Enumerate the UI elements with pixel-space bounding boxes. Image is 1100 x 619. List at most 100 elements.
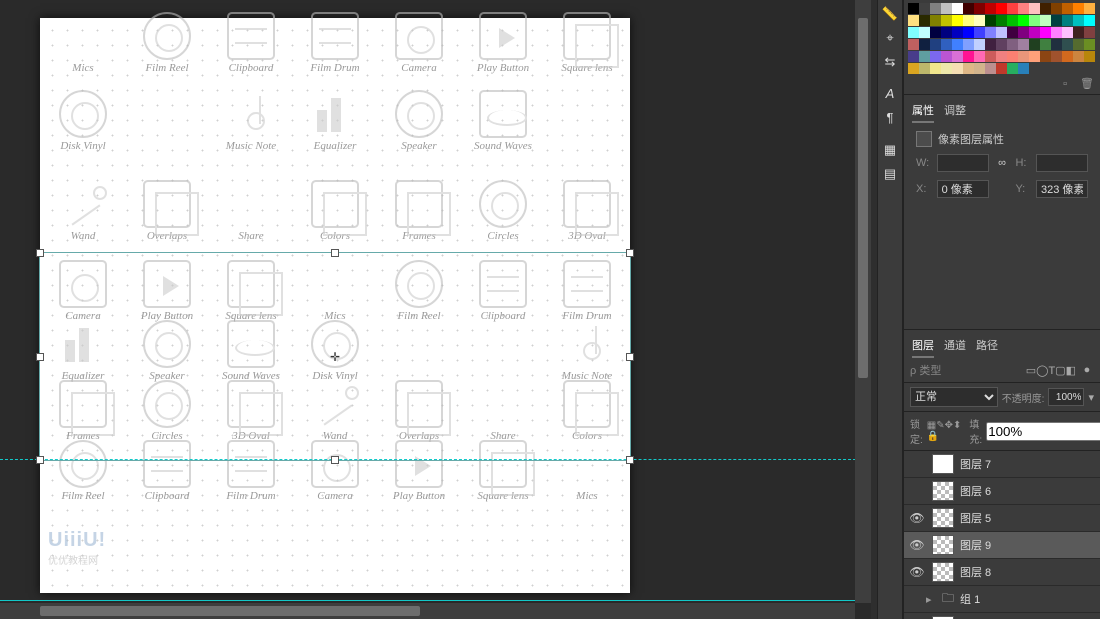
- swatch-37[interactable]: [941, 27, 952, 38]
- swatch-28[interactable]: [1029, 15, 1040, 26]
- swatch-62[interactable]: [1029, 39, 1040, 50]
- swatch-56[interactable]: [963, 39, 974, 50]
- input-x[interactable]: [937, 180, 989, 198]
- swatch-89[interactable]: [952, 63, 963, 74]
- layer-filter-toggle[interactable]: ●: [1080, 364, 1094, 376]
- swatch-41[interactable]: [985, 27, 996, 38]
- layer-name[interactable]: 图层 8: [960, 564, 1096, 580]
- swatch-new-icon[interactable]: ▫: [1063, 78, 1067, 90]
- swatch-6[interactable]: [974, 3, 985, 14]
- swatch-54[interactable]: [941, 39, 952, 50]
- lock-icon-1[interactable]: ✎: [936, 420, 944, 431]
- swatch-58[interactable]: [985, 39, 996, 50]
- swatch-42[interactable]: [996, 27, 1007, 38]
- swatch-70[interactable]: [930, 51, 941, 62]
- swatch-33[interactable]: [1084, 15, 1095, 26]
- swatch-grid[interactable]: [908, 3, 1096, 75]
- swatch-11[interactable]: [1029, 3, 1040, 14]
- swatch-95[interactable]: [1018, 63, 1029, 74]
- swatch-52[interactable]: [919, 39, 930, 50]
- swatch-35[interactable]: [919, 27, 930, 38]
- tab-layers[interactable]: 图层: [912, 334, 934, 358]
- group-toggle-icon[interactable]: ▸: [926, 593, 936, 606]
- swatch-8[interactable]: [996, 3, 1007, 14]
- swatch-49[interactable]: [1073, 27, 1084, 38]
- swatch-94[interactable]: [1007, 63, 1018, 74]
- lock-icon-2[interactable]: ✥: [945, 420, 953, 431]
- swatch-31[interactable]: [1062, 15, 1073, 26]
- lock-icon-0[interactable]: ▦: [927, 420, 936, 431]
- swatch-0[interactable]: [908, 3, 919, 14]
- layer-filter-icon-1[interactable]: ◯: [1036, 365, 1048, 377]
- swatch-21[interactable]: [952, 15, 963, 26]
- swatch-86[interactable]: [919, 63, 930, 74]
- swatch-64[interactable]: [1051, 39, 1062, 50]
- layer-list[interactable]: 图层 7图层 6👁图层 5👁图层 9👁图层 8▸🗀组 1👁图层 1👁背景: [904, 451, 1100, 619]
- layer-visibility-icon[interactable]: 👁: [908, 511, 926, 525]
- canvas-scrollbar-horizontal[interactable]: [0, 603, 855, 619]
- swatch-71[interactable]: [941, 51, 952, 62]
- swatch-16[interactable]: [1084, 3, 1095, 14]
- swatch-51[interactable]: [908, 39, 919, 50]
- layers-tool[interactable]: ▤: [878, 163, 902, 185]
- swatch-22[interactable]: [963, 15, 974, 26]
- swatch-19[interactable]: [930, 15, 941, 26]
- fill-input[interactable]: [986, 422, 1100, 441]
- layer-name[interactable]: 图层 6: [960, 483, 1096, 499]
- swatch-46[interactable]: [1040, 27, 1051, 38]
- ruler-tool[interactable]: 📏: [878, 3, 902, 25]
- swatch-92[interactable]: [985, 63, 996, 74]
- swatch-77[interactable]: [1007, 51, 1018, 62]
- swatch-90[interactable]: [963, 63, 974, 74]
- swatch-38[interactable]: [952, 27, 963, 38]
- swatch-14[interactable]: [1062, 3, 1073, 14]
- swatch-65[interactable]: [1062, 39, 1073, 50]
- document-page[interactable]: MicsFilm ReelClipboardFilm DrumCameraPla…: [40, 18, 630, 593]
- swatch-88[interactable]: [941, 63, 952, 74]
- swatch-67[interactable]: [1084, 39, 1095, 50]
- swatch-79[interactable]: [1029, 51, 1040, 62]
- layer-thumbnail[interactable]: [932, 508, 954, 528]
- input-width[interactable]: [937, 154, 989, 172]
- layer-name[interactable]: 图层 5: [960, 510, 1096, 526]
- layer-thumbnail[interactable]: [932, 562, 954, 582]
- swatch-5[interactable]: [963, 3, 974, 14]
- swatch-1[interactable]: [919, 3, 930, 14]
- layer-thumbnail[interactable]: [932, 481, 954, 501]
- swatch-10[interactable]: [1018, 3, 1029, 14]
- swatch-18[interactable]: [919, 15, 930, 26]
- swatch-3[interactable]: [941, 3, 952, 14]
- swatch-50[interactable]: [1084, 27, 1095, 38]
- swatch-87[interactable]: [930, 63, 941, 74]
- opacity-input[interactable]: [1048, 388, 1084, 406]
- swatch-47[interactable]: [1051, 27, 1062, 38]
- swatch-91[interactable]: [974, 63, 985, 74]
- layer-thumbnail[interactable]: [932, 454, 954, 474]
- tab-paths[interactable]: 路径: [976, 334, 998, 358]
- layer-visibility-icon[interactable]: 👁: [908, 565, 926, 579]
- layer-name[interactable]: 图层 9: [960, 537, 1096, 553]
- swatch-17[interactable]: [908, 15, 919, 26]
- layer-visibility-icon[interactable]: 👁: [908, 538, 926, 552]
- swatch-73[interactable]: [963, 51, 974, 62]
- layer-row[interactable]: 👁 图层 8: [904, 559, 1100, 586]
- paragraph-tool[interactable]: ¶: [878, 107, 902, 129]
- canvas-scrollbar-horizontal-thumb[interactable]: [40, 606, 420, 616]
- layer-row[interactable]: 👁图层 1: [904, 613, 1100, 619]
- swatch-24[interactable]: [985, 15, 996, 26]
- lock-icon-4[interactable]: 🔒: [927, 431, 939, 442]
- swatch-2[interactable]: [930, 3, 941, 14]
- swatch-26[interactable]: [1007, 15, 1018, 26]
- swatch-29[interactable]: [1040, 15, 1051, 26]
- swatch-45[interactable]: [1029, 27, 1040, 38]
- tab-channels[interactable]: 通道: [944, 334, 966, 358]
- swatch-55[interactable]: [952, 39, 963, 50]
- swatch-23[interactable]: [974, 15, 985, 26]
- canvas-scrollbar-vertical[interactable]: [855, 0, 871, 603]
- layer-row[interactable]: 图层 7: [904, 451, 1100, 478]
- color-swap-tool[interactable]: ⇆: [878, 51, 902, 73]
- swatch-12[interactable]: [1040, 3, 1051, 14]
- swatch-60[interactable]: [1007, 39, 1018, 50]
- eyedropper-tool[interactable]: ⌖: [878, 27, 902, 49]
- swatch-68[interactable]: [908, 51, 919, 62]
